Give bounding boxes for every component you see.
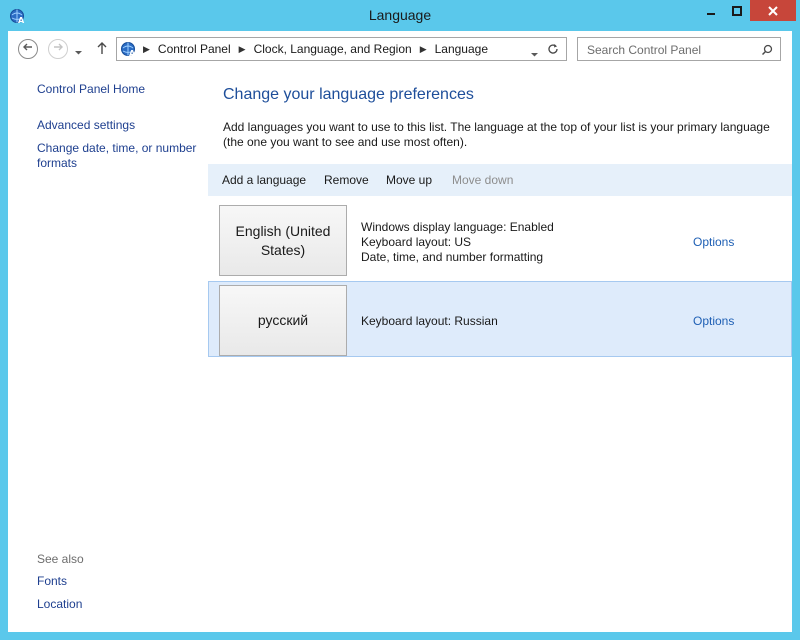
options-link[interactable]: Options — [693, 314, 734, 328]
address-bar[interactable]: A ▶ Control Panel ▶ Clock, Language, and… — [116, 37, 567, 61]
language-window: A Language A ▶ Control Panel ▶ Clock, La… — [0, 0, 800, 640]
language-info: Keyboard layout: Russian — [361, 314, 498, 329]
window-title: Language — [368, 7, 432, 23]
close-button[interactable] — [750, 0, 796, 21]
language-tile[interactable]: русский — [219, 285, 347, 356]
list-item-language-english[interactable]: English (United States) Windows display … — [208, 201, 792, 277]
display-language-status: Windows display language: Enabled — [361, 220, 554, 234]
options-link[interactable]: Options — [693, 235, 734, 249]
navigation-bar: A ▶ Control Panel ▶ Clock, Language, and… — [8, 31, 792, 67]
title-bar[interactable]: A Language — [0, 0, 800, 32]
search-input[interactable]: Search Control Panel — [587, 43, 701, 57]
language-tile[interactable]: English (United States) — [219, 205, 347, 276]
keyboard-layout-info: Keyboard layout: US — [361, 235, 472, 249]
fonts-link[interactable]: Fonts — [37, 574, 205, 589]
forward-button[interactable] — [48, 39, 68, 59]
forward-arrow-icon — [52, 40, 64, 58]
see-also-label: See also — [37, 552, 84, 566]
breadcrumb-clock-language-region[interactable]: Clock, Language, and Region — [254, 42, 412, 56]
chevron-down-icon[interactable] — [530, 46, 539, 64]
language-info: Windows display language: Enabled Keyboa… — [361, 220, 554, 265]
formatting-info: Date, time, and number formatting — [361, 250, 544, 264]
page-title: Change your language preferences — [223, 86, 474, 103]
list-item-language-russian[interactable]: русский Keyboard layout: Russian Options — [208, 281, 792, 357]
window-client-area: A ▶ Control Panel ▶ Clock, Language, and… — [8, 31, 792, 632]
refresh-icon[interactable] — [546, 42, 560, 61]
add-language-button[interactable]: Add a language — [222, 173, 306, 187]
move-down-button[interactable]: Move down — [452, 173, 513, 187]
search-icon[interactable] — [761, 43, 773, 61]
search-box[interactable]: Search Control Panel — [577, 37, 781, 61]
control-panel-icon: A — [120, 40, 138, 58]
breadcrumb-control-panel[interactable]: Control Panel — [158, 42, 231, 56]
language-toolbar: Add a language Remove Move up Move down — [208, 164, 792, 196]
breadcrumb-separator-icon[interactable]: ▶ — [143, 44, 150, 55]
minimize-button[interactable] — [698, 0, 724, 21]
back-arrow-icon — [22, 40, 34, 58]
advanced-settings-link[interactable]: Advanced settings — [37, 118, 205, 133]
breadcrumb-separator-icon[interactable]: ▶ — [420, 44, 427, 55]
svg-text:A: A — [129, 49, 136, 58]
location-link[interactable]: Location — [37, 597, 205, 612]
breadcrumb-separator-icon[interactable]: ▶ — [239, 44, 246, 55]
left-pane: Control Panel Home Advanced settings Cha… — [8, 67, 208, 632]
control-panel-home-link[interactable]: Control Panel Home — [37, 82, 205, 97]
up-arrow-icon[interactable] — [96, 40, 108, 61]
move-up-button[interactable]: Move up — [386, 173, 432, 187]
change-date-time-formats-link[interactable]: Change date, time, or number formats — [37, 141, 205, 171]
maximize-button[interactable] — [724, 0, 750, 21]
keyboard-layout-info: Keyboard layout: Russian — [361, 314, 498, 328]
window-controls — [698, 0, 796, 22]
chevron-down-icon[interactable] — [74, 44, 83, 62]
breadcrumb-language[interactable]: Language — [435, 42, 488, 56]
page-description: Add languages you want to use to this li… — [223, 120, 770, 149]
breadcrumb: ▶ Control Panel ▶ Clock, Language, and R… — [143, 42, 496, 56]
back-button[interactable] — [18, 39, 38, 59]
remove-button[interactable]: Remove — [324, 173, 369, 187]
